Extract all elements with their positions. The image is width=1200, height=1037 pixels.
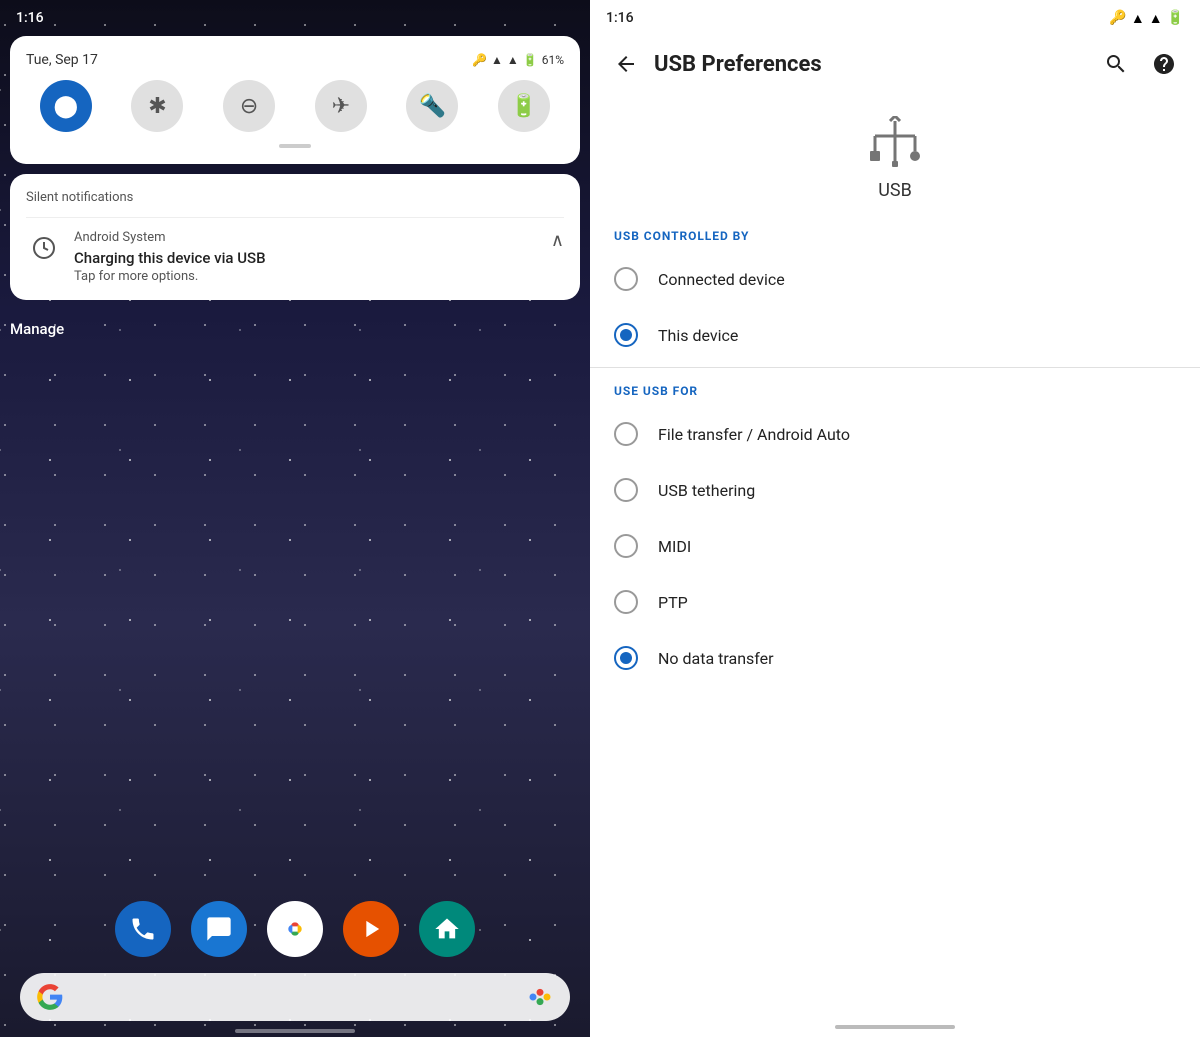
radio-no-data-transfer[interactable] bbox=[614, 646, 638, 670]
status-icons-right: 🔑 ▲ ▲ 🔋 bbox=[1109, 10, 1184, 27]
radio-label-file-transfer: File transfer / Android Auto bbox=[658, 425, 850, 444]
signal-icon-right: ▲ bbox=[1149, 10, 1163, 27]
home-indicator-right bbox=[835, 1025, 955, 1029]
help-button[interactable] bbox=[1144, 44, 1184, 84]
wifi-icon-right: ▲ bbox=[1131, 10, 1145, 27]
qs-tile-battery-saver[interactable]: 🔋 bbox=[498, 80, 550, 132]
battery-icon-status: 🔋 bbox=[523, 53, 538, 67]
key-icon: 🔑 bbox=[472, 53, 487, 67]
top-bar-actions bbox=[1096, 44, 1184, 84]
notification-item[interactable]: Android System Charging this device via … bbox=[26, 230, 564, 284]
android-notification-shade: 1:16 Tue, Sep 17 🔑 ▲ ▲ 🔋 61% ⬤ ✱ ⊖ bbox=[0, 0, 590, 1037]
notification-title: Charging this device via USB bbox=[74, 249, 539, 267]
bluetooth-tile-icon: ✱ bbox=[148, 94, 166, 119]
usb-preferences-screen: 1:16 🔑 ▲ ▲ 🔋 USB Preferences bbox=[590, 0, 1200, 1037]
qs-expand-handle[interactable] bbox=[279, 144, 311, 148]
radio-midi[interactable] bbox=[614, 534, 638, 558]
wifi-tile-icon: ⬤ bbox=[54, 94, 79, 119]
notification-chevron-icon[interactable]: ∧ bbox=[551, 230, 564, 251]
radio-ptp[interactable] bbox=[614, 590, 638, 614]
top-app-bar: USB Preferences bbox=[590, 36, 1200, 92]
app-icon-home[interactable] bbox=[419, 901, 475, 957]
radio-label-this-device: This device bbox=[658, 326, 738, 345]
radio-label-midi: MIDI bbox=[658, 537, 691, 556]
google-assistant-icon bbox=[526, 983, 554, 1011]
dnd-tile-icon: ⊖ bbox=[240, 94, 258, 119]
airplane-tile-icon: ✈ bbox=[332, 94, 350, 119]
notif-divider bbox=[26, 217, 564, 218]
app-icon-phone[interactable] bbox=[115, 901, 171, 957]
app-dock bbox=[0, 901, 590, 957]
battery-percent: 61% bbox=[542, 53, 564, 67]
app-icon-play[interactable] bbox=[343, 901, 399, 957]
radio-connected-device[interactable] bbox=[614, 267, 638, 291]
status-time-left: 1:16 bbox=[16, 10, 44, 26]
settings-content: USB CONTROLLED BY Connected device This … bbox=[590, 217, 1200, 1037]
radio-item-connected-device[interactable]: Connected device bbox=[590, 251, 1200, 307]
usb-symbol-icon bbox=[865, 116, 925, 180]
section-divider bbox=[590, 367, 1200, 368]
notification-app-name: Android System bbox=[74, 230, 539, 245]
usb-label: USB bbox=[878, 180, 912, 201]
battery-saver-tile-icon: 🔋 bbox=[510, 94, 537, 119]
qs-tile-flashlight[interactable]: 🔦 bbox=[406, 80, 458, 132]
notification-section-title: Silent notifications bbox=[26, 190, 564, 205]
radio-label-usb-tethering: USB tethering bbox=[658, 481, 755, 500]
qs-date: Tue, Sep 17 bbox=[26, 52, 98, 68]
google-search-bar[interactable] bbox=[20, 973, 570, 1021]
radio-item-usb-tethering[interactable]: USB tethering bbox=[590, 462, 1200, 518]
qs-tile-dnd[interactable]: ⊖ bbox=[223, 80, 275, 132]
signal-icon: ▲ bbox=[507, 53, 519, 67]
status-bar-left: 1:16 bbox=[0, 0, 590, 36]
usb-icon-area: USB bbox=[590, 92, 1200, 217]
android-system-icon bbox=[26, 230, 62, 266]
manage-button[interactable]: Manage bbox=[10, 320, 580, 338]
back-button[interactable] bbox=[606, 44, 646, 84]
radio-item-file-transfer[interactable]: File transfer / Android Auto bbox=[590, 406, 1200, 462]
wifi-icon-status: ▲ bbox=[491, 53, 503, 67]
app-icon-messages[interactable] bbox=[191, 901, 247, 957]
flashlight-tile-icon: 🔦 bbox=[419, 94, 446, 119]
search-button[interactable] bbox=[1096, 44, 1136, 84]
radio-file-transfer[interactable] bbox=[614, 422, 638, 446]
section-header-controlled-by: USB CONTROLLED BY bbox=[590, 217, 1200, 251]
radio-item-no-data-transfer[interactable]: No data transfer bbox=[590, 630, 1200, 686]
quick-settings-panel: Tue, Sep 17 🔑 ▲ ▲ 🔋 61% ⬤ ✱ ⊖ ✈ bbox=[10, 36, 580, 164]
radio-item-ptp[interactable]: PTP bbox=[590, 574, 1200, 630]
radio-this-device[interactable] bbox=[614, 323, 638, 347]
radio-item-midi[interactable]: MIDI bbox=[590, 518, 1200, 574]
notification-body: Tap for more options. bbox=[74, 269, 539, 284]
radio-usb-tethering[interactable] bbox=[614, 478, 638, 502]
quick-settings-tiles: ⬤ ✱ ⊖ ✈ 🔦 🔋 bbox=[26, 80, 564, 132]
home-indicator-left bbox=[235, 1029, 355, 1033]
google-logo-icon bbox=[36, 983, 64, 1011]
radio-label-ptp: PTP bbox=[658, 593, 688, 612]
page-title: USB Preferences bbox=[654, 52, 1096, 77]
qs-tile-bluetooth[interactable]: ✱ bbox=[131, 80, 183, 132]
notification-panel: Silent notifications Android System Char… bbox=[10, 174, 580, 300]
key-icon-right: 🔑 bbox=[1109, 10, 1126, 26]
radio-label-connected-device: Connected device bbox=[658, 270, 785, 289]
radio-item-this-device[interactable]: This device bbox=[590, 307, 1200, 363]
radio-label-no-data-transfer: No data transfer bbox=[658, 649, 774, 668]
app-icon-photos[interactable] bbox=[267, 901, 323, 957]
qs-status-icons: 🔑 ▲ ▲ 🔋 61% bbox=[472, 53, 564, 67]
qs-tile-airplane[interactable]: ✈ bbox=[315, 80, 367, 132]
section-header-use-for: USE USB FOR bbox=[590, 372, 1200, 406]
qs-tile-wifi[interactable]: ⬤ bbox=[40, 80, 92, 132]
status-time-right: 1:16 bbox=[606, 10, 634, 26]
notification-content: Android System Charging this device via … bbox=[74, 230, 539, 284]
status-bar-right: 1:16 🔑 ▲ ▲ 🔋 bbox=[590, 0, 1200, 36]
qs-header: Tue, Sep 17 🔑 ▲ ▲ 🔋 61% bbox=[26, 52, 564, 68]
battery-icon-right: 🔋 bbox=[1167, 10, 1184, 26]
